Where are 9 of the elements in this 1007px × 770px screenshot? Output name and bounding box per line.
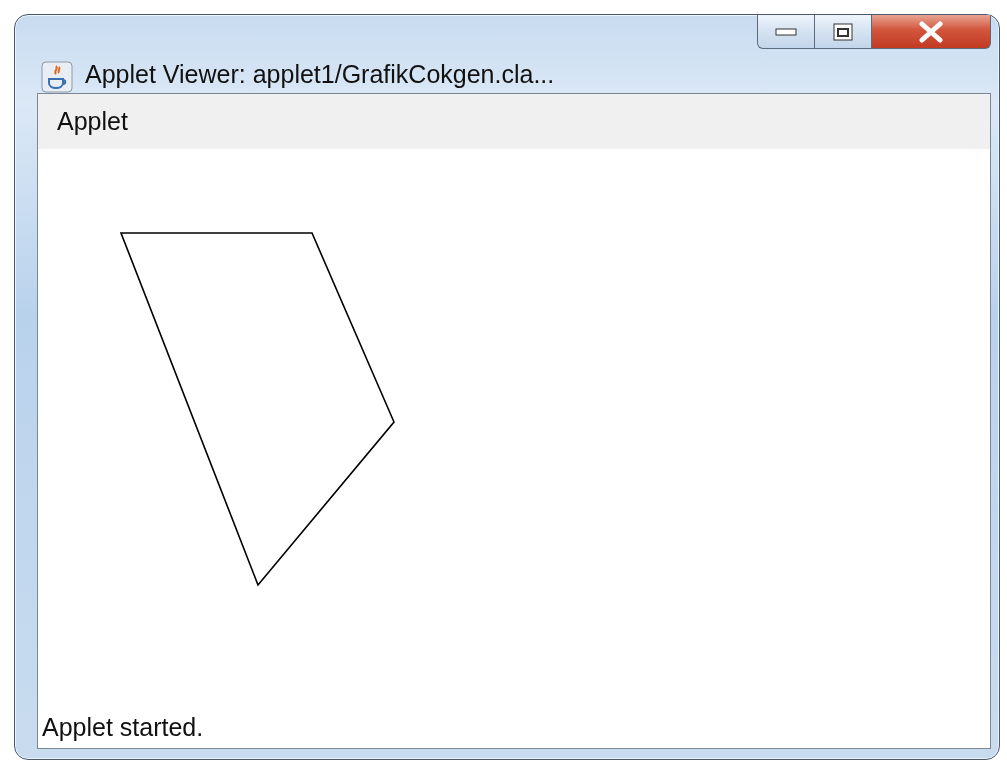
window-title: Applet Viewer: applet1/GrafikCokgen.cla... (85, 59, 555, 89)
close-icon (918, 20, 944, 43)
close-button[interactable] (871, 15, 991, 49)
minimize-icon (775, 27, 797, 36)
status-text: Applet started. (42, 713, 204, 742)
minimize-button[interactable] (757, 15, 815, 49)
maximize-button[interactable] (814, 15, 872, 49)
maximize-icon (833, 22, 853, 41)
menu-item[interactable]: Applet (57, 107, 128, 136)
